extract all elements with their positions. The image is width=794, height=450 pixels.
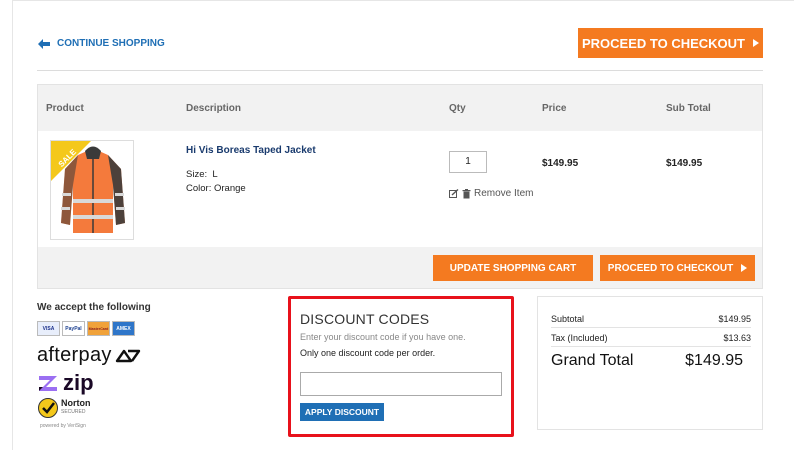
item-price: $149.95 bbox=[542, 158, 579, 169]
arrow-left-icon bbox=[38, 38, 50, 49]
proceed-to-checkout-button-bottom[interactable]: PROCEED TO CHECKOUT bbox=[600, 255, 755, 281]
checkout-label: PROCEED TO CHECKOUT bbox=[582, 35, 745, 51]
continue-shopping-label: CONTINUE SHOPPING bbox=[57, 38, 165, 49]
zip-mark-icon bbox=[39, 376, 57, 391]
tax-row: Tax (Included) $13.63 bbox=[551, 333, 751, 343]
continue-shopping-link[interactable]: CONTINUE SHOPPING bbox=[38, 38, 165, 49]
powered-by-verisign: powered by VeriSign bbox=[40, 423, 86, 429]
paypal-logo: PayPal bbox=[62, 321, 85, 336]
tax-value: $13.63 bbox=[723, 333, 751, 343]
visa-logo: VISA bbox=[37, 321, 60, 336]
update-shopping-cart-button[interactable]: UPDATE SHOPPING CART bbox=[433, 255, 593, 281]
discount-hint: Enter your discount code if you have one… bbox=[300, 332, 466, 342]
totals-divider bbox=[551, 327, 751, 328]
afterpay-arrows-icon bbox=[115, 349, 140, 362]
product-color: Color: Orange bbox=[186, 183, 246, 194]
afterpay-wordmark: afterpay bbox=[37, 344, 112, 366]
payment-card-logos: VISA PayPal MasterCard AMEX bbox=[37, 321, 135, 336]
zip-wordmark: zip bbox=[63, 370, 94, 395]
proceed-to-checkout-button[interactable]: PROCEED TO CHECKOUT bbox=[578, 28, 763, 58]
discount-code-input[interactable] bbox=[300, 372, 502, 396]
grand-total-label: Grand Total bbox=[551, 352, 634, 369]
amex-logo: AMEX bbox=[112, 321, 135, 336]
column-header-price: Price bbox=[542, 103, 567, 114]
quantity-input[interactable]: 1 bbox=[449, 151, 487, 173]
product-size: Size: L bbox=[186, 169, 218, 180]
column-header-description: Description bbox=[186, 103, 242, 114]
jacket-image: SALE bbox=[51, 141, 125, 233]
norton-wordmark: Norton SECURED bbox=[61, 399, 91, 417]
remove-item-link[interactable]: Remove Item bbox=[449, 188, 533, 199]
size-label: Size: bbox=[186, 169, 208, 180]
product-image[interactable]: SALE bbox=[50, 140, 134, 240]
edit-icon[interactable] bbox=[449, 188, 459, 199]
remove-item-label: Remove Item bbox=[474, 188, 534, 199]
play-arrow-icon bbox=[741, 264, 748, 272]
grand-total-value: $149.95 bbox=[685, 352, 743, 369]
color-value: Orange bbox=[213, 183, 246, 194]
item-subtotal: $149.95 bbox=[666, 158, 703, 169]
product-name-link[interactable]: Hi Vis Boreas Taped Jacket bbox=[186, 145, 316, 156]
play-arrow-icon bbox=[753, 39, 759, 47]
totals-divider bbox=[551, 346, 751, 347]
norton-check-icon bbox=[38, 398, 58, 418]
zip-logo: zip bbox=[37, 370, 94, 396]
column-header-qty: Qty bbox=[449, 103, 466, 114]
tax-label: Tax (Included) bbox=[551, 333, 608, 343]
cart-table: Product Description Qty Price Sub Total … bbox=[37, 84, 763, 289]
cart-actions-row: UPDATE SHOPPING CART PROCEED TO CHECKOUT bbox=[38, 247, 762, 288]
update-cart-label: UPDATE SHOPPING CART bbox=[449, 262, 577, 274]
divider bbox=[37, 70, 763, 71]
apply-discount-button[interactable]: APPLY DISCOUNT bbox=[300, 403, 384, 421]
subtotal-label: Subtotal bbox=[551, 314, 585, 324]
column-header-subtotal: Sub Total bbox=[666, 103, 711, 114]
payment-methods-title: We accept the following bbox=[37, 302, 151, 313]
order-totals-panel: Subtotal $149.95 Tax (Included) $13.63 G… bbox=[537, 296, 763, 430]
cart-header-row: Product Description Qty Price Sub Total bbox=[38, 85, 762, 131]
norton-secured-logo: Norton SECURED bbox=[37, 397, 91, 419]
trash-icon[interactable] bbox=[462, 188, 471, 199]
cart-item-row: SALE Hi Vis Boreas Taped Jacket Size: L … bbox=[38, 131, 762, 247]
checkout-label-bottom: PROCEED TO CHECKOUT bbox=[607, 262, 734, 274]
size-value: L bbox=[212, 169, 218, 180]
discount-note: Only one discount code per order. bbox=[300, 348, 436, 358]
discount-title: DISCOUNT CODES bbox=[300, 311, 430, 327]
subtotal-value: $149.95 bbox=[718, 314, 751, 324]
mastercard-logo: MasterCard bbox=[87, 321, 110, 336]
discount-codes-panel: DISCOUNT CODES Enter your discount code … bbox=[288, 296, 514, 437]
norton-name: Norton bbox=[61, 398, 91, 408]
norton-secured-label: SECURED bbox=[61, 409, 86, 415]
afterpay-logo: afterpay bbox=[37, 344, 141, 367]
column-header-product: Product bbox=[46, 103, 84, 114]
grand-total-row: Grand Total $149.95 bbox=[551, 352, 743, 370]
color-label: Color: bbox=[186, 183, 212, 194]
subtotal-row: Subtotal $149.95 bbox=[551, 314, 751, 324]
